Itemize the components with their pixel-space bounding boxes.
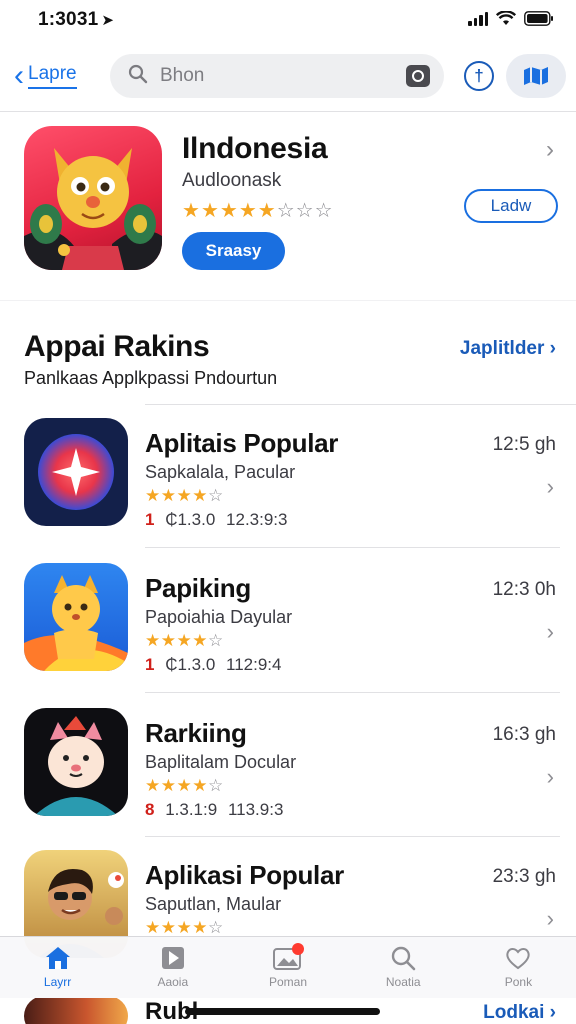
tab-label: Layrr — [43, 975, 72, 989]
section-subtitle: Panlkaas Applkpassi Pndourtun — [24, 368, 278, 388]
app-title: Papiking — [145, 573, 251, 603]
featured-outline-button[interactable]: Ladw — [464, 189, 558, 223]
list-item[interactable]: Aplitais Popular Sapkalala, Pacular ★★★★… — [0, 406, 576, 550]
app-subtitle: Sapkalala, Pacular — [145, 462, 296, 482]
map-icon — [524, 67, 548, 85]
chevron-right-icon[interactable]: › — [546, 136, 554, 164]
location-icon: ➤ — [101, 12, 115, 29]
info-circle-button[interactable]: † — [464, 61, 494, 91]
app-meta: 1 ₵1.3.0 112:9:4 — [145, 655, 282, 674]
section-title: Appai Rakins — [24, 330, 210, 363]
battery-icon — [524, 11, 554, 26]
back-button[interactable]: ‹ Lapre — [14, 54, 77, 98]
tab-games[interactable]: Aaoia — [115, 937, 230, 999]
status-icons — [468, 11, 554, 26]
heart-icon — [506, 948, 531, 970]
plus-icon: † — [474, 66, 484, 85]
star-icon: ★ — [182, 200, 201, 222]
app-meta: 1 ₵1.3.0 12.3:9:3 — [145, 510, 288, 529]
chevron-right-icon: › — [546, 906, 554, 931]
search-input[interactable] — [158, 64, 392, 88]
list-divider — [145, 404, 576, 405]
nav-bar: ‹ Lapre † — [0, 48, 576, 108]
list-item[interactable]: Papiking Papoiahia Dayular ★★★★☆ 1 ₵1.3.… — [0, 551, 576, 695]
featured-app-title: Ilndonesia — [182, 132, 328, 165]
back-label: Lapre — [28, 63, 77, 89]
peek-link[interactable]: Lodkai › — [483, 1002, 556, 1024]
wifi-icon — [496, 11, 516, 26]
featured-rating-stars: ★★★★★☆☆☆ — [182, 198, 334, 223]
time-text: 1:3031 — [38, 9, 99, 30]
rating-stars: ★★★★☆ — [145, 776, 224, 795]
app-time: 23:3 gh — [492, 866, 556, 887]
app-icon — [24, 708, 128, 816]
tab-updates[interactable]: Poman — [230, 937, 345, 999]
app-title: Aplikasi Popular — [145, 860, 344, 890]
tab-label: Noatia — [385, 975, 421, 989]
star-icon: ★ — [238, 200, 258, 222]
tab-label: Ponk — [504, 975, 533, 989]
see-all-link[interactable]: Japlitlder › — [460, 338, 556, 360]
app-time: 16:3 gh — [492, 724, 556, 745]
list-divider — [145, 692, 560, 693]
list-item[interactable]: Rarkiing Baplitalam Docular ★★★★☆ 8 1.3.… — [0, 696, 576, 840]
featured-get-button[interactable]: Sraasy — [182, 232, 285, 270]
house-icon — [45, 947, 70, 969]
star-outline-icon: ☆ — [295, 200, 315, 222]
star-outline-icon: ☆ — [314, 200, 334, 222]
rating-stars: ★★★★☆ — [145, 918, 224, 937]
app-subtitle: Papoiahia Dayular — [145, 607, 293, 627]
star-icon: ★ — [219, 200, 239, 222]
map-button[interactable] — [506, 54, 566, 98]
featured-app-subtitle: Audloonask — [182, 170, 282, 191]
app-time: 12:5 gh — [492, 434, 556, 455]
featured-app-icon — [24, 126, 162, 270]
tab-label: Aaoia — [157, 975, 189, 989]
signal-icon — [468, 11, 488, 26]
camera-icon[interactable] — [406, 65, 430, 87]
tab-label: Poman — [268, 975, 308, 989]
section-divider — [0, 300, 576, 301]
play-tile-icon — [161, 947, 184, 969]
search-bar[interactable] — [110, 54, 444, 98]
tab-search[interactable]: Noatia — [346, 937, 461, 999]
chevron-left-icon: ‹ — [14, 59, 24, 92]
chevron-right-icon: › — [546, 474, 554, 499]
list-divider — [145, 547, 560, 548]
tab-bar: Layrr Aaoia Poman Noatia Ponk — [0, 936, 576, 999]
chevron-right-icon: › — [546, 619, 554, 644]
star-icon: ★ — [200, 200, 220, 222]
list-divider — [145, 836, 560, 837]
status-bar: 1:3031 ➤ — [0, 0, 576, 40]
app-store-screen: 1:3031➤ ‹ Lapre † — [0, 0, 576, 1024]
tab-favorites[interactable]: Ponk — [461, 937, 576, 999]
app-icon — [24, 418, 128, 526]
chevron-right-icon: › — [546, 764, 554, 789]
app-title: Rarkiing — [145, 718, 247, 748]
app-time: 12:3 0h — [492, 579, 556, 600]
rating-stars: ★★★★☆ — [145, 486, 224, 505]
half-star-icon: ★ — [257, 200, 277, 222]
star-outline-icon: ☆ — [276, 200, 296, 222]
app-subtitle: Baplitalam Docular — [145, 752, 297, 772]
app-title: Aplitais Popular — [145, 428, 339, 458]
featured-app-card[interactable]: Ilndonesia Audloonask ★★★★★☆☆☆ Sraasy › … — [0, 112, 576, 292]
rating-stars: ★★★★☆ — [145, 631, 224, 650]
home-indicator[interactable] — [185, 1008, 380, 1015]
search-icon — [392, 946, 416, 971]
status-time: 1:3031 ➤ — [38, 9, 114, 31]
app-icon — [24, 563, 128, 671]
search-icon — [128, 64, 148, 89]
app-subtitle: Saputlan, Maular — [145, 894, 282, 914]
app-meta: 8 1.3.1:9 113.9:3 — [145, 800, 284, 819]
tab-home[interactable]: Layrr — [0, 937, 115, 999]
app-icon — [24, 998, 128, 1024]
